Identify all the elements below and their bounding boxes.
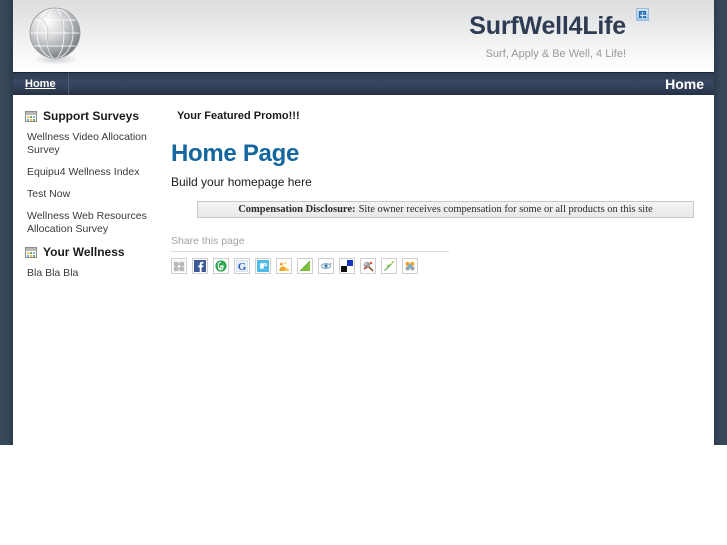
page-title: Home Page [171,140,300,167]
globe-icon [25,5,87,67]
grid-icon [25,110,37,122]
stumbleupon-icon[interactable] [213,258,229,274]
compensation-disclosure-banner: Compensation Disclosure: Site owner rece… [197,201,694,218]
sidebar-item-wellness-web-resources-allocation-survey[interactable]: Wellness Web Resources Allocation Survey [27,210,149,236]
mixx-icon[interactable] [402,258,418,274]
sidebar-group-header: Support Surveys [25,109,149,123]
sidebar-group-your-wellness: Your Wellness Bla Bla Bla [25,245,149,280]
site-branding: SurfWell4Life Surf, Apply & Be Well, 4 L… [469,12,626,62]
page-root: SurfWell4Life Surf, Apply & Be Well, 4 L… [0,0,727,545]
disclosure-label: Compensation Disclosure: [238,204,356,215]
sidebar-group-title: Support Surveys [43,109,140,123]
site-header: SurfWell4Life Surf, Apply & Be Well, 4 L… [13,0,714,72]
delicious-icon[interactable] [339,258,355,274]
digg-icon[interactable] [360,258,376,274]
sidebar-group-support-surveys: Support Surveys Wellness Video Allocatio… [25,109,149,236]
technorati-icon[interactable] [318,258,334,274]
broken-image-glyph [639,11,647,19]
sidebar-item-test-now[interactable]: Test Now [27,188,149,201]
myspace-icon[interactable] [276,258,292,274]
sidebar-group-header: Your Wellness [25,245,149,259]
page-frame-left-rail [0,0,13,445]
broken-image-icon [636,8,649,21]
sidebar-item-wellness-video-allocation-survey[interactable]: Wellness Video Allocation Survey [27,131,149,157]
nav-right-group: Home [665,73,704,96]
main-column: Your Featured Promo!!! Home Page Build y… [159,95,714,274]
google-icon[interactable]: G [234,258,250,274]
sidebar-item-bla-bla-bla[interactable]: Bla Bla Bla [27,267,149,280]
nav-item-home[interactable]: Home [25,73,56,96]
content-area: Support Surveys Wellness Video Allocatio… [13,95,714,445]
yahoo-buzz-icon[interactable] [297,258,313,274]
nav-left-group: Home [13,73,69,96]
disclosure-text: Site owner receives compensation for som… [358,204,653,215]
sidebar-item-equipu4-wellness-index[interactable]: Equipu4 Wellness Index [27,166,149,179]
sidebar-group-title: Your Wellness [43,245,125,259]
facebook-icon[interactable] [192,258,208,274]
share-buttons-row: G [171,258,694,274]
site-title: SurfWell4Life [469,12,626,40]
grid-icon [25,246,37,258]
site-tagline: Surf, Apply & Be Well, 4 Life! [485,48,626,60]
page-frame-right-rail [714,0,727,445]
current-page-label: Home [665,76,704,92]
svg-text:G: G [238,261,247,272]
main-navigation: Home Home [13,72,714,96]
twitter-icon[interactable] [255,258,271,274]
share-this-page-label: Share this page [171,235,245,247]
featured-promo-text: Your Featured Promo!!! [177,110,300,122]
addthis-icon[interactable] [171,258,187,274]
newsvine-icon[interactable] [381,258,397,274]
sidebar: Support Surveys Wellness Video Allocatio… [13,95,159,289]
page-subtitle: Build your homepage here [171,175,312,189]
share-divider [171,251,449,252]
